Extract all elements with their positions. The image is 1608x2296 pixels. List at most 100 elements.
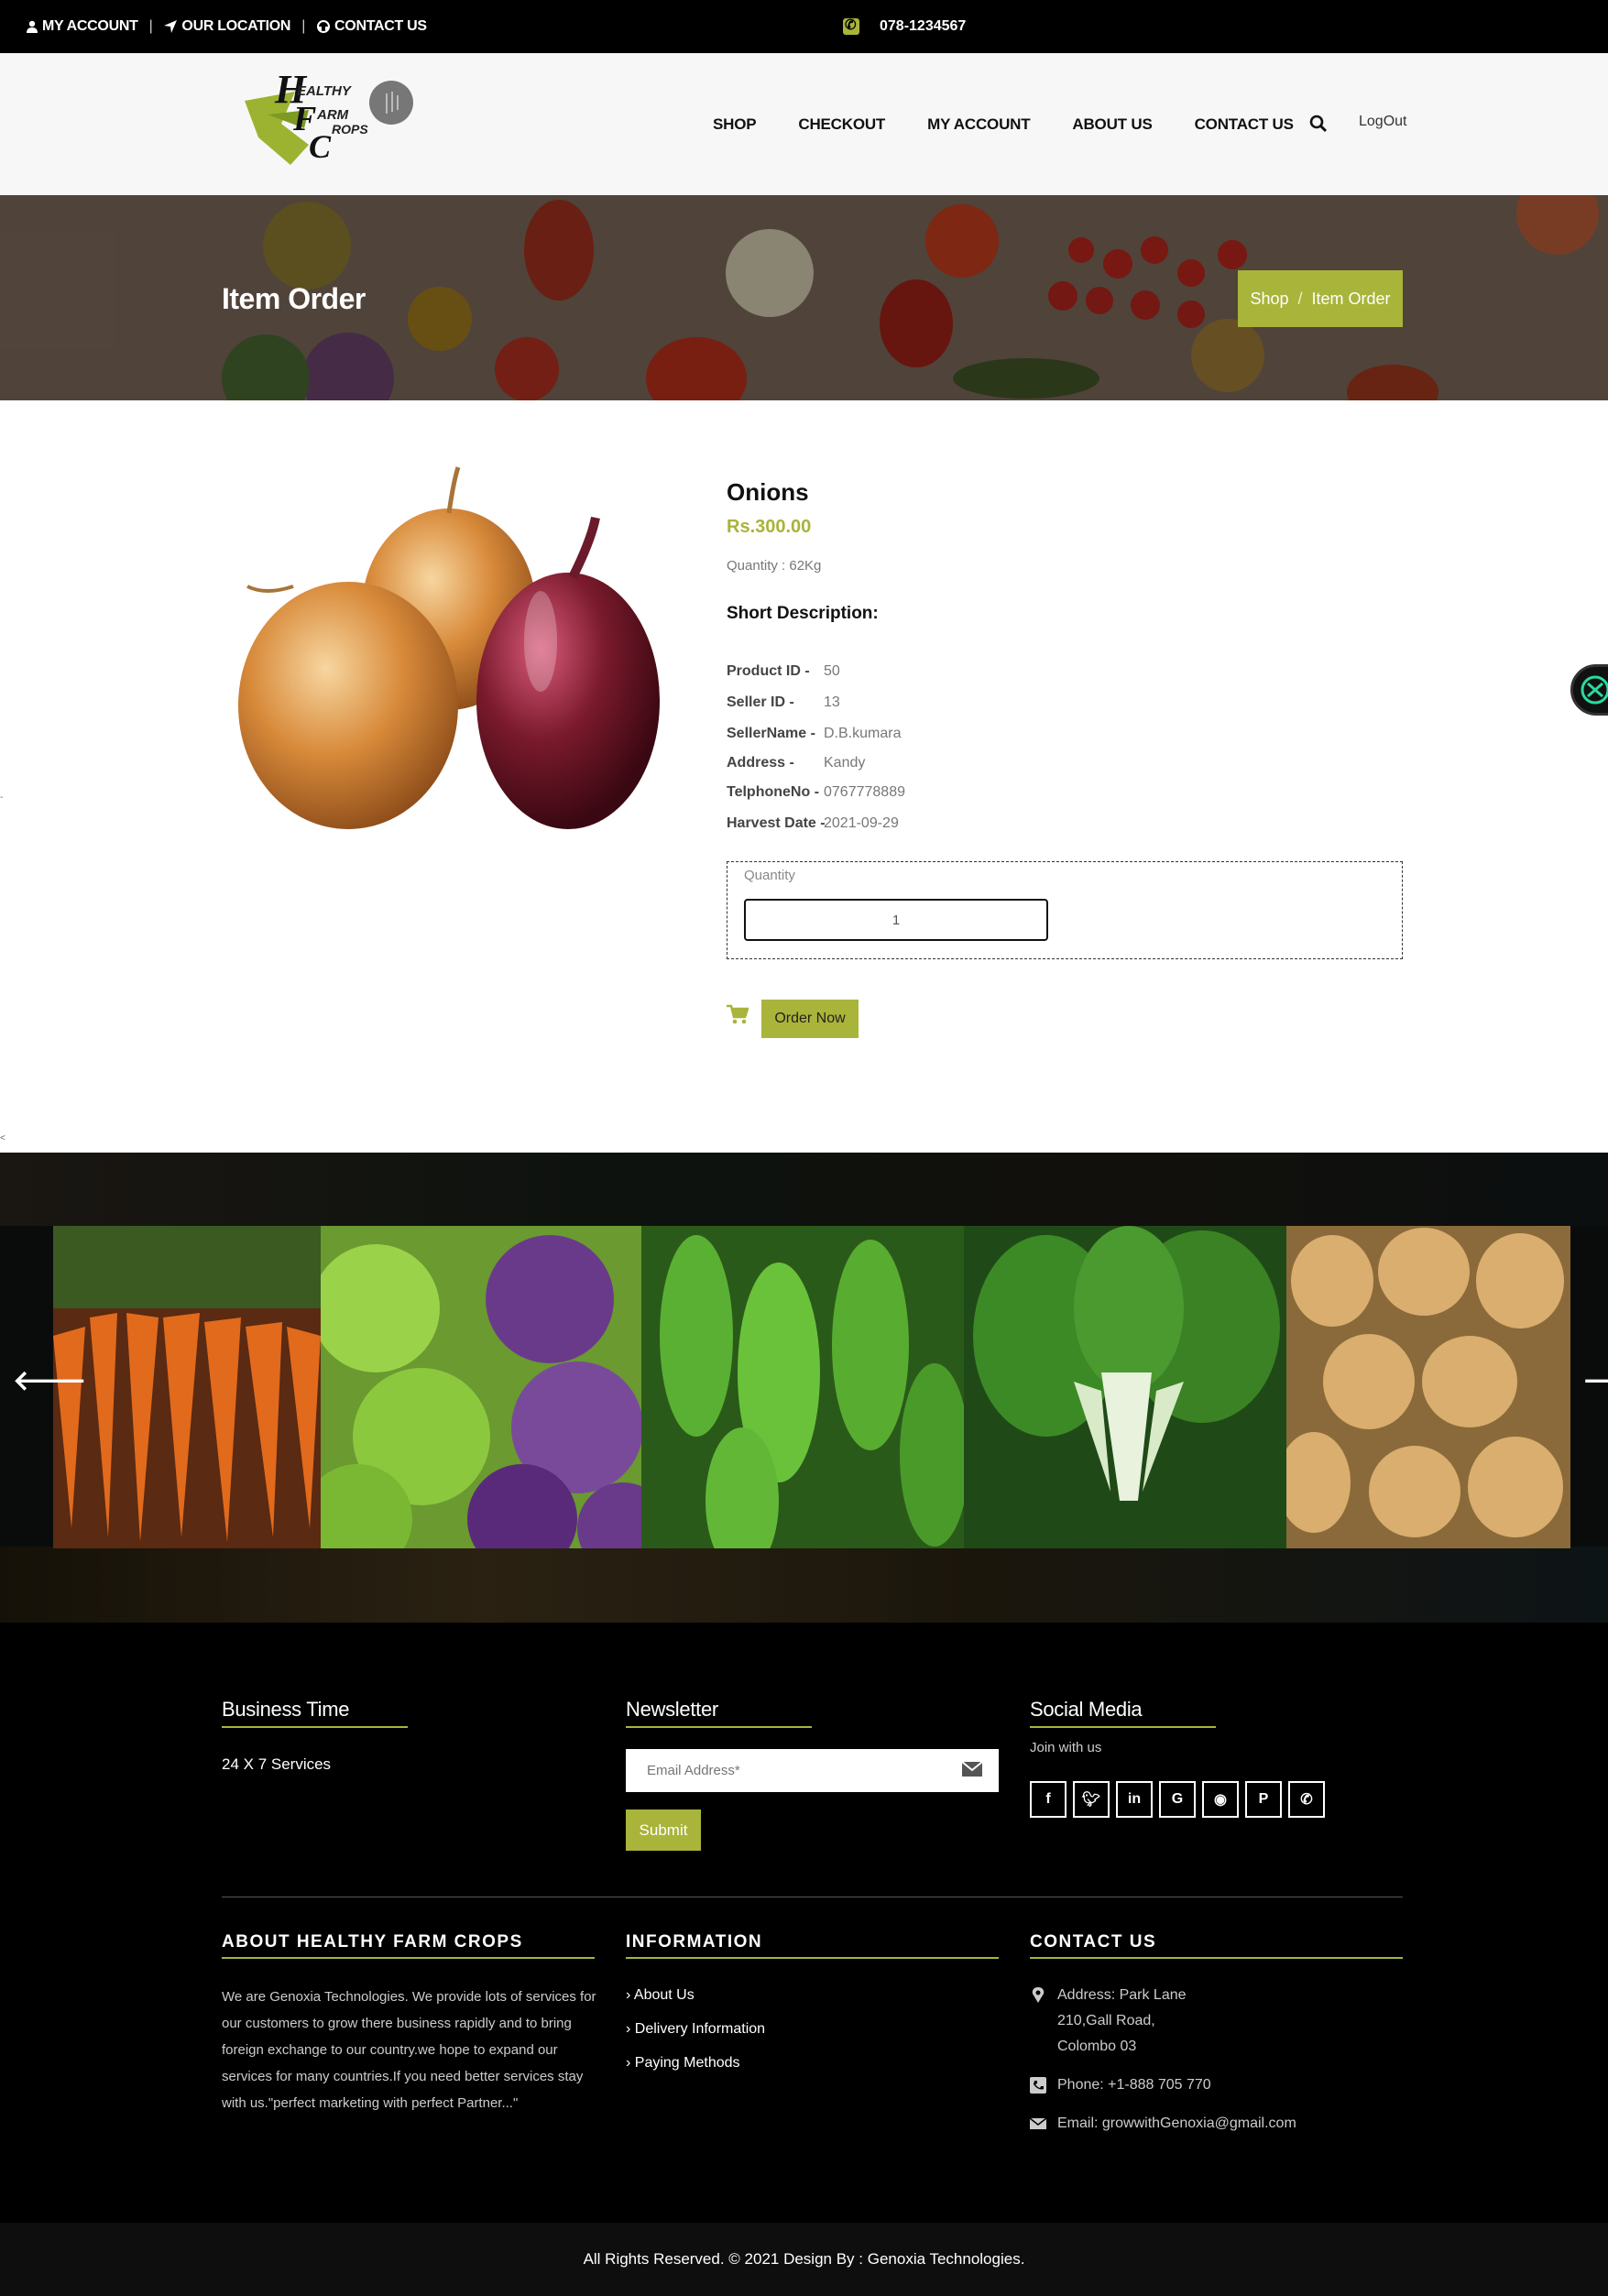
spec-key: Product ID - <box>727 663 810 679</box>
logout-link[interactable]: LogOut <box>1359 114 1406 130</box>
spec-value: 50 <box>824 663 840 679</box>
google-plus-icon[interactable]: G <box>1159 1781 1196 1818</box>
newsletter-email-field <box>626 1749 999 1792</box>
product-available-quantity: Quantity : 62Kg <box>727 558 822 574</box>
healthy-farm-crops-logo[interactable]: H F C EALTHY ARM ROPS <box>240 73 414 174</box>
nav-checkout[interactable]: CHECKOUT <box>798 115 885 134</box>
nav-contact-us[interactable]: CONTACT US <box>1195 115 1294 134</box>
main-menu: SHOP CHECKOUT MY ACCOUNT ABOUT US CONTAC… <box>713 53 1336 195</box>
info-link-paying-methods[interactable]: › Paying Methods <box>626 2055 765 2089</box>
top-bar: MY ACCOUNT | OUR LOCATION | CONTACT US 0… <box>0 0 1608 53</box>
phone-icon <box>843 16 859 35</box>
carousel-prev-arrow-icon[interactable]: 🡐 <box>13 1368 86 1395</box>
slide-bok-choy-image[interactable] <box>964 1226 1286 1548</box>
svg-text:ROPS: ROPS <box>332 122 368 137</box>
order-now-button[interactable]: Order Now <box>761 1000 859 1038</box>
social-media-heading: Social Media <box>1030 1698 1143 1721</box>
carousel-background <box>0 1547 1608 1623</box>
about-heading: ABOUT HEALTHY FARM CROPS <box>222 1932 523 1952</box>
spec-row: TelphoneNo -0767778889 <box>727 784 905 801</box>
floating-chat-widget[interactable] <box>1570 664 1608 716</box>
breadcrumb-shop[interactable]: Shop <box>1250 290 1288 309</box>
nav-about-us[interactable]: ABOUT US <box>1072 115 1152 134</box>
spec-row: Seller ID - 13 <box>727 694 840 711</box>
contact-email-text[interactable]: Email: growwithGenoxia@gmail.com <box>1057 2111 1296 2137</box>
svg-text:EALTHY: EALTHY <box>297 83 353 99</box>
contact-address: Address: Park Lane 210,Gall Road, Colomb… <box>1030 1983 1187 2060</box>
spec-row: Harvest Date -2021-09-29 <box>727 815 899 832</box>
spec-key: Seller ID - <box>727 694 794 710</box>
slide-carrots-image[interactable] <box>53 1226 321 1548</box>
nav-my-account[interactable]: MY ACCOUNT <box>927 115 1030 134</box>
top-location-label: OUR LOCATION <box>181 18 291 34</box>
info-link-delivery[interactable]: › Delivery Information <box>626 2021 765 2055</box>
newsletter-heading: Newsletter <box>626 1698 718 1721</box>
heading-underline <box>626 1957 999 1959</box>
linkedin-icon[interactable]: in <box>1116 1781 1153 1818</box>
info-link-label: About Us <box>633 1987 695 2003</box>
top-phone: 078-1234567 <box>843 0 966 53</box>
top-phone-number: 078-1234567 <box>880 18 967 34</box>
address-line: Address: Park Lane <box>1057 1987 1187 2003</box>
page-banner: Item Order Shop / Item Order <box>0 195 1608 400</box>
contact-email: Email: growwithGenoxia@gmail.com <box>1030 2111 1296 2137</box>
top-contact-link[interactable]: CONTACT US <box>316 18 427 35</box>
headset-icon <box>317 20 331 33</box>
spec-value: 0767778889 <box>824 784 905 800</box>
slide-cabbage-image[interactable] <box>321 1226 641 1548</box>
nav-shop[interactable]: SHOP <box>713 115 757 134</box>
spec-key: SellerName - <box>727 726 815 741</box>
whatsapp-icon[interactable]: ✆ <box>1288 1781 1325 1818</box>
pinterest-icon[interactable]: P <box>1245 1781 1282 1818</box>
info-link-label: Paying Methods <box>634 2055 740 2071</box>
facebook-icon[interactable]: f <box>1030 1781 1067 1818</box>
search-icon[interactable] <box>1308 114 1329 134</box>
chat-bot-icon <box>1581 675 1608 705</box>
carousel-next-arrow-icon[interactable]: 🡒 <box>1582 1368 1608 1395</box>
business-time-text: 24 X 7 Services <box>222 1755 332 1773</box>
heading-underline <box>222 1726 408 1728</box>
map-marker-icon <box>1032 1987 1045 2003</box>
copyright-bar: All Rights Reserved. © 2021 Design By : … <box>0 2223 1608 2296</box>
cart-icon <box>727 1004 749 1024</box>
business-time-heading: Business Time <box>222 1698 350 1721</box>
svg-text:C: C <box>309 128 332 165</box>
info-link-about-us[interactable]: › About Us <box>626 1987 765 2021</box>
top-location-link[interactable]: OUR LOCATION <box>163 18 290 35</box>
envelope-icon <box>962 1762 982 1777</box>
top-links: MY ACCOUNT | OUR LOCATION | CONTACT US <box>26 0 427 53</box>
rss-icon[interactable]: ◉ <box>1202 1781 1239 1818</box>
spec-key: Harvest Date - <box>727 815 826 831</box>
email-input[interactable] <box>626 1749 919 1792</box>
newsletter-submit-button[interactable]: Submit <box>626 1809 701 1851</box>
information-links: › About Us › Delivery Information › Payi… <box>626 1987 765 2089</box>
breadcrumb: Shop / Item Order <box>1238 270 1403 327</box>
quantity-input[interactable] <box>744 899 1048 941</box>
slide-potatoes-image[interactable] <box>1286 1226 1570 1548</box>
short-description-heading: Short Description: <box>727 604 879 623</box>
contact-phone: Phone: +1-888 705 770 <box>1030 2072 1211 2098</box>
vegetable-carousel: 🡐 🡒 <box>0 1153 1608 1623</box>
spec-value: D.B.kumara <box>824 726 902 741</box>
about-text: We are Genoxia Technologies. We provide … <box>222 1989 596 2111</box>
heading-underline <box>1030 1957 1403 1959</box>
address-line: 210,Gall Road, <box>1057 2013 1155 2028</box>
twitter-icon[interactable]: 🐦︎ <box>1073 1781 1110 1818</box>
chevron-right-icon: › <box>626 2055 635 2071</box>
spec-row: Product ID - 50 <box>727 663 840 680</box>
top-separator: | <box>148 18 153 34</box>
spec-row: SellerName - D.B.kumara <box>727 726 901 742</box>
heading-underline <box>222 1957 595 1959</box>
social-icons: f 🐦︎ in G ◉ P ✆ <box>1030 1781 1325 1818</box>
breadcrumb-current: Item Order <box>1311 289 1391 308</box>
spec-row: Address - Kandy <box>727 755 865 771</box>
quantity-label: Quantity <box>744 868 795 883</box>
chevron-right-icon: › <box>626 1987 634 2003</box>
top-my-account-link[interactable]: MY ACCOUNT <box>26 18 138 35</box>
product-price: Rs.300.00 <box>727 517 812 537</box>
contact-heading: CONTACT US <box>1030 1932 1157 1952</box>
breadcrumb-separator: / <box>1297 289 1303 308</box>
footer: Business Time 24 X 7 Services Newsletter… <box>0 1623 1608 2223</box>
slide-bitter-gourd-image[interactable] <box>641 1226 964 1548</box>
location-arrow-icon <box>164 20 178 33</box>
